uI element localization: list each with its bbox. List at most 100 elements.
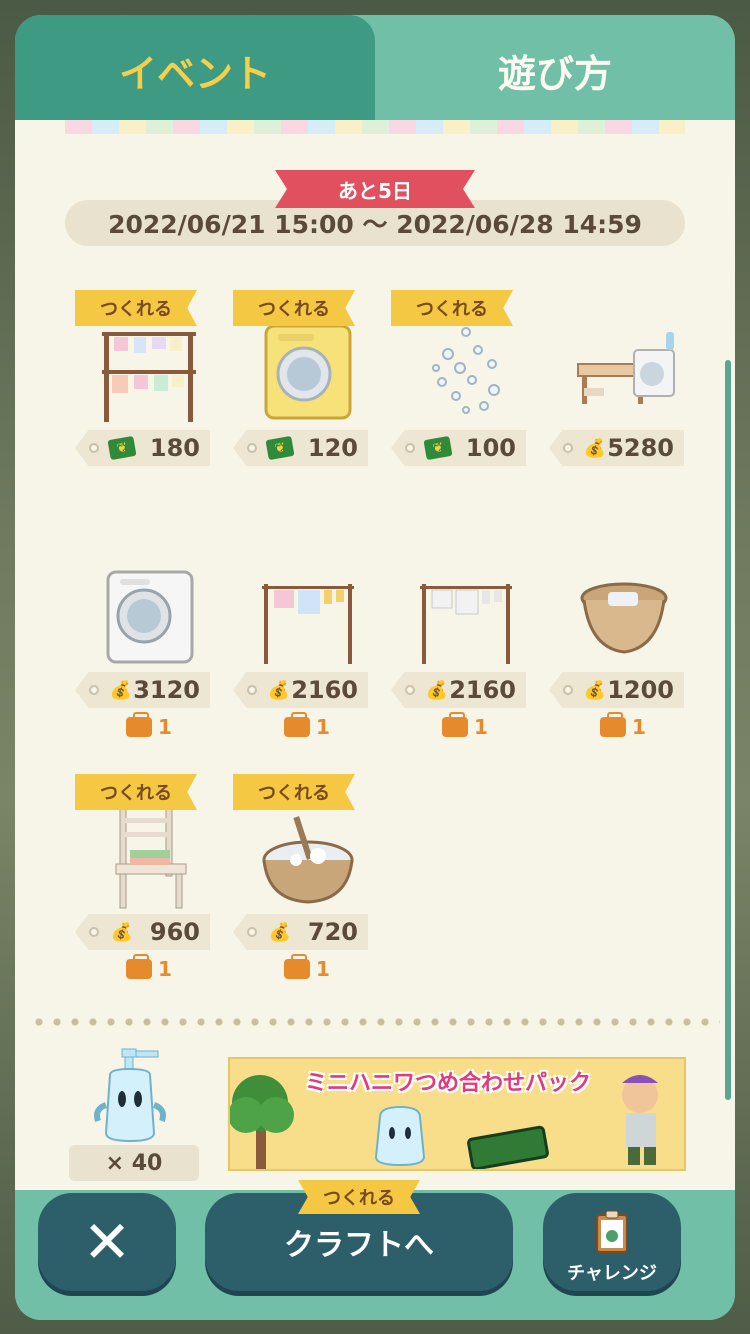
price-tag: 💰 960 bbox=[75, 914, 210, 950]
item-card[interactable]: 💰 2160 1 bbox=[391, 532, 536, 752]
price-value: 5280 bbox=[607, 434, 674, 462]
item-card[interactable]: つくれる ❦ 100 bbox=[391, 290, 536, 510]
item-card[interactable]: 💰 5280 bbox=[549, 290, 694, 510]
inventory-count: 1 bbox=[600, 712, 646, 739]
mini-haniwa-pack-banner[interactable]: ミニハニワつめ合わせパック bbox=[228, 1057, 686, 1171]
inventory-count: 1 bbox=[126, 954, 172, 981]
tag-hole bbox=[247, 443, 257, 453]
challenge-button[interactable]: チャレンジ bbox=[543, 1193, 681, 1291]
bell-bag-icon: 💰 bbox=[110, 921, 134, 943]
challenge-button-label: チャレンジ bbox=[567, 1262, 657, 1284]
inventory-count: 1 bbox=[284, 712, 330, 739]
price-tag: ❦ 120 bbox=[233, 430, 368, 466]
inventory-count-value: 1 bbox=[474, 715, 488, 739]
washtub-icon bbox=[248, 794, 368, 914]
price-tag: ❦ 180 bbox=[75, 430, 210, 466]
laundry-desk-set-icon bbox=[564, 310, 684, 430]
price-value: 1200 bbox=[607, 676, 674, 704]
hanging-laundry-icon bbox=[248, 552, 368, 672]
hanging-laundry-icon bbox=[406, 552, 526, 672]
tag-hole bbox=[89, 927, 99, 937]
event-content: 2022/06/21 15:00 ～ 2022/06/28 14:59 あと5日… bbox=[15, 120, 735, 1190]
item-card[interactable]: つくれる ❦ 180 bbox=[75, 290, 220, 510]
item-card[interactable]: つくれる ❦ 120 bbox=[233, 290, 378, 510]
remaining-days-badge: あと5日 bbox=[275, 170, 475, 208]
price-value: 120 bbox=[307, 434, 358, 462]
suitcase-icon bbox=[126, 954, 152, 979]
suitcase-icon bbox=[600, 712, 626, 737]
price-value: 720 bbox=[307, 918, 358, 946]
bell-bag-icon: 💰 bbox=[267, 679, 291, 701]
tag-hole bbox=[405, 443, 415, 453]
leaf-ticket-icon: ❦ bbox=[107, 435, 137, 461]
price-tag: ❦ 100 bbox=[391, 430, 526, 466]
price-tag: 💰 3120 bbox=[75, 672, 210, 708]
item-card[interactable]: 💰 2160 1 bbox=[233, 532, 378, 752]
clipboard-icon bbox=[594, 1210, 630, 1259]
price-tag: 💰 2160 bbox=[233, 672, 368, 708]
craftable-tag: つくれる bbox=[391, 290, 513, 326]
price-value: 180 bbox=[149, 434, 200, 462]
leaf-ticket-icon: ❦ bbox=[423, 435, 453, 461]
price-value: 100 bbox=[465, 434, 516, 462]
inventory-count: 1 bbox=[126, 712, 172, 739]
item-card[interactable]: 💰 3120 1 bbox=[75, 532, 220, 752]
close-button[interactable]: ✕ bbox=[38, 1193, 176, 1291]
suitcase-icon bbox=[284, 712, 310, 737]
craftable-tag: つくれる bbox=[233, 290, 355, 326]
leaf-ticket-icon: ❦ bbox=[265, 435, 295, 461]
price-tag: 💰 720 bbox=[233, 914, 368, 950]
craft-craftable-tag: つくれる bbox=[298, 1180, 420, 1214]
bubbles-icon bbox=[406, 310, 526, 430]
washing-machine-icon bbox=[90, 552, 210, 672]
tab-event[interactable]: イベント bbox=[15, 15, 375, 125]
inventory-count: 1 bbox=[284, 954, 330, 981]
price-tag: 💰 5280 bbox=[549, 430, 684, 466]
craftable-tag: つくれる bbox=[75, 774, 197, 810]
event-panel: イベント 遊び方 2022/06/21 15:00 ～ 2022/06/28 1… bbox=[15, 15, 735, 1320]
bell-bag-icon: 💰 bbox=[425, 679, 449, 701]
decorative-stripe bbox=[65, 120, 685, 134]
bell-bag-icon: 💰 bbox=[583, 437, 607, 459]
period-range: 2022/06/21 15:00 ～ 2022/06/28 14:59 bbox=[108, 210, 642, 239]
spray-count: × 40 bbox=[69, 1145, 199, 1181]
suitcase-icon bbox=[284, 954, 310, 979]
craftable-tag: つくれる bbox=[75, 290, 197, 326]
bell-bag-icon: 💰 bbox=[268, 921, 292, 943]
tag-hole bbox=[247, 927, 257, 937]
price-value: 960 bbox=[149, 918, 200, 946]
banner-title: ミニハニワつめ合わせパック bbox=[305, 1071, 592, 1096]
inventory-count-value: 1 bbox=[316, 957, 330, 981]
tag-hole bbox=[563, 685, 573, 695]
item-card[interactable]: 💰 1200 1 bbox=[549, 532, 694, 752]
item-card[interactable]: つくれる 💰 960 1 bbox=[75, 774, 220, 994]
item-card[interactable]: つくれる 💰 720 1 bbox=[233, 774, 378, 994]
clothesline-stand-icon bbox=[90, 310, 210, 430]
laundry-basket-icon bbox=[564, 552, 684, 672]
tag-hole bbox=[405, 685, 415, 695]
bell-bag-icon: 💰 bbox=[583, 679, 607, 701]
washing-machine-icon bbox=[248, 310, 368, 430]
inventory-count-value: 1 bbox=[632, 715, 646, 739]
suitcase-icon bbox=[126, 712, 152, 737]
bell-bag-icon: 💰 bbox=[109, 679, 133, 701]
close-icon: ✕ bbox=[82, 1208, 132, 1276]
price-value: 2160 bbox=[449, 676, 516, 704]
inventory-count-value: 1 bbox=[316, 715, 330, 739]
price-tag: 💰 1200 bbox=[549, 672, 684, 708]
suitcase-icon bbox=[442, 712, 468, 737]
inventory-count: 1 bbox=[442, 712, 488, 739]
tag-hole bbox=[563, 443, 573, 453]
price-value: 2160 bbox=[291, 676, 358, 704]
inventory-count-value: 1 bbox=[158, 957, 172, 981]
chair-icon bbox=[90, 794, 210, 914]
scrollbar[interactable] bbox=[725, 360, 731, 1100]
craft-button-label: クラフトへ bbox=[284, 1228, 434, 1263]
inventory-count-value: 1 bbox=[158, 715, 172, 739]
tag-hole bbox=[247, 685, 257, 695]
dotted-divider bbox=[30, 1018, 720, 1026]
tag-hole bbox=[89, 685, 99, 695]
tab-how-to-play[interactable]: 遊び方 bbox=[375, 15, 735, 125]
tag-hole bbox=[89, 443, 99, 453]
price-value: 3120 bbox=[133, 676, 200, 704]
